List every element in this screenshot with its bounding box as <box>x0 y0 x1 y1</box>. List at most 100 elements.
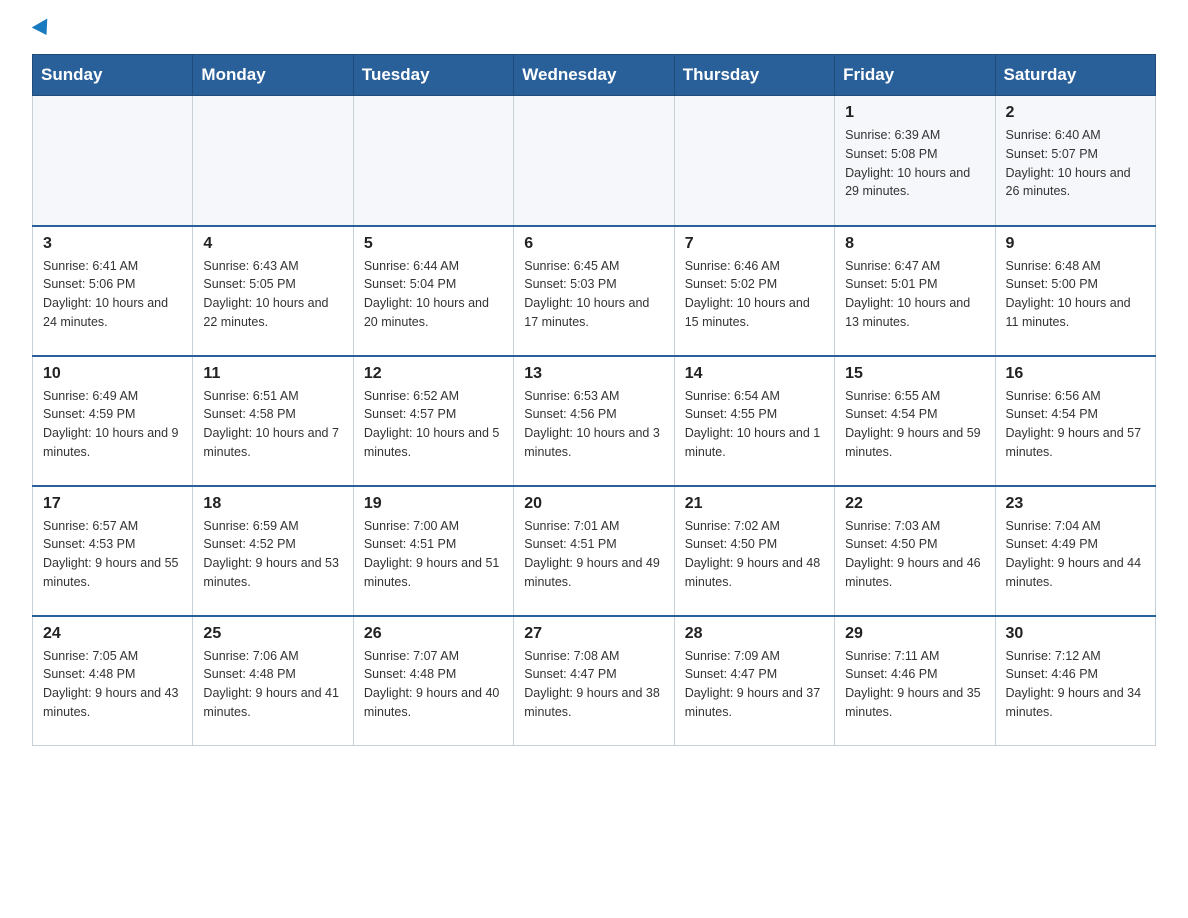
calendar-cell: 21 Sunrise: 7:02 AM Sunset: 4:50 PM Dayli… <box>674 486 834 616</box>
calendar-cell <box>33 96 193 226</box>
day-info: Sunrise: 7:11 AM Sunset: 4:46 PM Dayligh… <box>845 647 984 722</box>
calendar-cell <box>193 96 353 226</box>
day-info: Sunrise: 7:08 AM Sunset: 4:47 PM Dayligh… <box>524 647 663 722</box>
calendar-cell: 4Sunrise: 6:43 AM Sunset: 5:05 PM Daylig… <box>193 226 353 356</box>
day-number: 22 <box>845 495 984 513</box>
calendar-header-saturday: Saturday <box>995 55 1155 96</box>
day-number: 15 <box>845 365 984 383</box>
day-info: Sunrise: 6:57 AM Sunset: 4:53 PM Dayligh… <box>43 517 182 592</box>
day-info: Sunrise: 6:52 AM Sunset: 4:57 PM Dayligh… <box>364 387 503 462</box>
day-info: Sunrise: 7:01 AM Sunset: 4:51 PM Dayligh… <box>524 517 663 592</box>
day-info: Sunrise: 6:45 AM Sunset: 5:03 PM Dayligh… <box>524 257 663 332</box>
day-info: Sunrise: 7:07 AM Sunset: 4:48 PM Dayligh… <box>364 647 503 722</box>
calendar-cell: 27 Sunrise: 7:08 AM Sunset: 4:47 PM Dayli… <box>514 616 674 746</box>
calendar-cell: 9 Sunrise: 6:48 AM Sunset: 5:00 PM Daylig… <box>995 226 1155 356</box>
calendar-header-sunday: Sunday <box>33 55 193 96</box>
calendar-cell: 5Sunrise: 6:44 AM Sunset: 5:04 PM Daylig… <box>353 226 513 356</box>
day-number: 16 <box>1006 365 1145 383</box>
day-info: Sunrise: 7:02 AM Sunset: 4:50 PM Dayligh… <box>685 517 824 592</box>
day-info: Sunrise: 7:05 AM Sunset: 4:48 PM Dayligh… <box>43 647 182 722</box>
day-info: Sunrise: 7:09 AM Sunset: 4:47 PM Dayligh… <box>685 647 824 722</box>
calendar-cell: 15Sunrise: 6:55 AM Sunset: 4:54 PM Dayli… <box>835 356 995 486</box>
calendar-header-row: SundayMondayTuesdayWednesdayThursdayFrid… <box>33 55 1156 96</box>
calendar-week-row-3: 17 Sunrise: 6:57 AM Sunset: 4:53 PM Dayli… <box>33 486 1156 616</box>
calendar-week-row-0: 1Sunrise: 6:39 AM Sunset: 5:08 PM Daylig… <box>33 96 1156 226</box>
calendar-header-wednesday: Wednesday <box>514 55 674 96</box>
day-number: 25 <box>203 625 342 643</box>
day-number: 17 <box>43 495 182 513</box>
day-info: Sunrise: 7:06 AM Sunset: 4:48 PM Dayligh… <box>203 647 342 722</box>
calendar-week-row-4: 24 Sunrise: 7:05 AM Sunset: 4:48 PM Dayli… <box>33 616 1156 746</box>
day-number: 19 <box>364 495 503 513</box>
calendar-cell: 14 Sunrise: 6:54 AM Sunset: 4:55 PM Dayli… <box>674 356 834 486</box>
calendar-cell: 17 Sunrise: 6:57 AM Sunset: 4:53 PM Dayli… <box>33 486 193 616</box>
calendar-cell: 11Sunrise: 6:51 AM Sunset: 4:58 PM Dayli… <box>193 356 353 486</box>
day-number: 24 <box>43 625 182 643</box>
calendar-cell: 28 Sunrise: 7:09 AM Sunset: 4:47 PM Dayli… <box>674 616 834 746</box>
day-info: Sunrise: 6:59 AM Sunset: 4:52 PM Dayligh… <box>203 517 342 592</box>
day-info: Sunrise: 7:12 AM Sunset: 4:46 PM Dayligh… <box>1006 647 1145 722</box>
day-info: Sunrise: 6:48 AM Sunset: 5:00 PM Dayligh… <box>1006 257 1145 332</box>
calendar-cell: 22Sunrise: 7:03 AM Sunset: 4:50 PM Dayli… <box>835 486 995 616</box>
day-number: 20 <box>524 495 663 513</box>
calendar-cell: 7 Sunrise: 6:46 AM Sunset: 5:02 PM Daylig… <box>674 226 834 356</box>
day-number: 26 <box>364 625 503 643</box>
calendar-cell: 26 Sunrise: 7:07 AM Sunset: 4:48 PM Dayli… <box>353 616 513 746</box>
day-info: Sunrise: 6:46 AM Sunset: 5:02 PM Dayligh… <box>685 257 824 332</box>
day-number: 8 <box>845 235 984 253</box>
day-number: 9 <box>1006 235 1145 253</box>
day-number: 27 <box>524 625 663 643</box>
calendar-table: SundayMondayTuesdayWednesdayThursdayFrid… <box>32 54 1156 746</box>
calendar-cell: 10 Sunrise: 6:49 AM Sunset: 4:59 PM Dayli… <box>33 356 193 486</box>
day-number: 14 <box>685 365 824 383</box>
day-info: Sunrise: 6:47 AM Sunset: 5:01 PM Dayligh… <box>845 257 984 332</box>
day-number: 1 <box>845 104 984 122</box>
day-info: Sunrise: 6:44 AM Sunset: 5:04 PM Dayligh… <box>364 257 503 332</box>
day-info: Sunrise: 6:40 AM Sunset: 5:07 PM Dayligh… <box>1006 126 1145 201</box>
calendar-week-row-2: 10 Sunrise: 6:49 AM Sunset: 4:59 PM Dayli… <box>33 356 1156 486</box>
calendar-cell: 25 Sunrise: 7:06 AM Sunset: 4:48 PM Dayli… <box>193 616 353 746</box>
calendar-cell <box>514 96 674 226</box>
calendar-week-row-1: 3 Sunrise: 6:41 AM Sunset: 5:06 PM Daylig… <box>33 226 1156 356</box>
calendar-cell: 23Sunrise: 7:04 AM Sunset: 4:49 PM Dayli… <box>995 486 1155 616</box>
day-number: 21 <box>685 495 824 513</box>
calendar-cell: 30 Sunrise: 7:12 AM Sunset: 4:46 PM Dayli… <box>995 616 1155 746</box>
calendar-cell: 13 Sunrise: 6:53 AM Sunset: 4:56 PM Dayli… <box>514 356 674 486</box>
day-number: 7 <box>685 235 824 253</box>
day-number: 12 <box>364 365 503 383</box>
day-number: 10 <box>43 365 182 383</box>
day-info: Sunrise: 6:41 AM Sunset: 5:06 PM Dayligh… <box>43 257 182 332</box>
day-number: 6 <box>524 235 663 253</box>
calendar-cell <box>674 96 834 226</box>
day-info: Sunrise: 6:56 AM Sunset: 4:54 PM Dayligh… <box>1006 387 1145 462</box>
day-number: 13 <box>524 365 663 383</box>
day-number: 18 <box>203 495 342 513</box>
day-info: Sunrise: 7:00 AM Sunset: 4:51 PM Dayligh… <box>364 517 503 592</box>
calendar-cell: 2 Sunrise: 6:40 AM Sunset: 5:07 PM Daylig… <box>995 96 1155 226</box>
day-info: Sunrise: 6:54 AM Sunset: 4:55 PM Dayligh… <box>685 387 824 462</box>
day-info: Sunrise: 6:53 AM Sunset: 4:56 PM Dayligh… <box>524 387 663 462</box>
day-number: 29 <box>845 625 984 643</box>
calendar-cell: 19 Sunrise: 7:00 AM Sunset: 4:51 PM Dayli… <box>353 486 513 616</box>
day-info: Sunrise: 6:51 AM Sunset: 4:58 PM Dayligh… <box>203 387 342 462</box>
day-number: 23 <box>1006 495 1145 513</box>
day-info: Sunrise: 6:49 AM Sunset: 4:59 PM Dayligh… <box>43 387 182 462</box>
day-number: 2 <box>1006 104 1145 122</box>
day-number: 3 <box>43 235 182 253</box>
calendar-cell: 6 Sunrise: 6:45 AM Sunset: 5:03 PM Daylig… <box>514 226 674 356</box>
day-number: 28 <box>685 625 824 643</box>
day-number: 30 <box>1006 625 1145 643</box>
calendar-cell: 16 Sunrise: 6:56 AM Sunset: 4:54 PM Dayli… <box>995 356 1155 486</box>
calendar-cell: 3 Sunrise: 6:41 AM Sunset: 5:06 PM Daylig… <box>33 226 193 356</box>
calendar-cell: 8 Sunrise: 6:47 AM Sunset: 5:01 PM Daylig… <box>835 226 995 356</box>
day-info: Sunrise: 6:43 AM Sunset: 5:05 PM Dayligh… <box>203 257 342 332</box>
calendar-header-tuesday: Tuesday <box>353 55 513 96</box>
calendar-header-monday: Monday <box>193 55 353 96</box>
calendar-cell: 29 Sunrise: 7:11 AM Sunset: 4:46 PM Dayli… <box>835 616 995 746</box>
calendar-cell: 12 Sunrise: 6:52 AM Sunset: 4:57 PM Dayli… <box>353 356 513 486</box>
calendar-cell: 18 Sunrise: 6:59 AM Sunset: 4:52 PM Dayli… <box>193 486 353 616</box>
page-header <box>32 24 1156 34</box>
calendar-cell <box>353 96 513 226</box>
calendar-header-friday: Friday <box>835 55 995 96</box>
logo-triangle-icon <box>32 18 55 39</box>
